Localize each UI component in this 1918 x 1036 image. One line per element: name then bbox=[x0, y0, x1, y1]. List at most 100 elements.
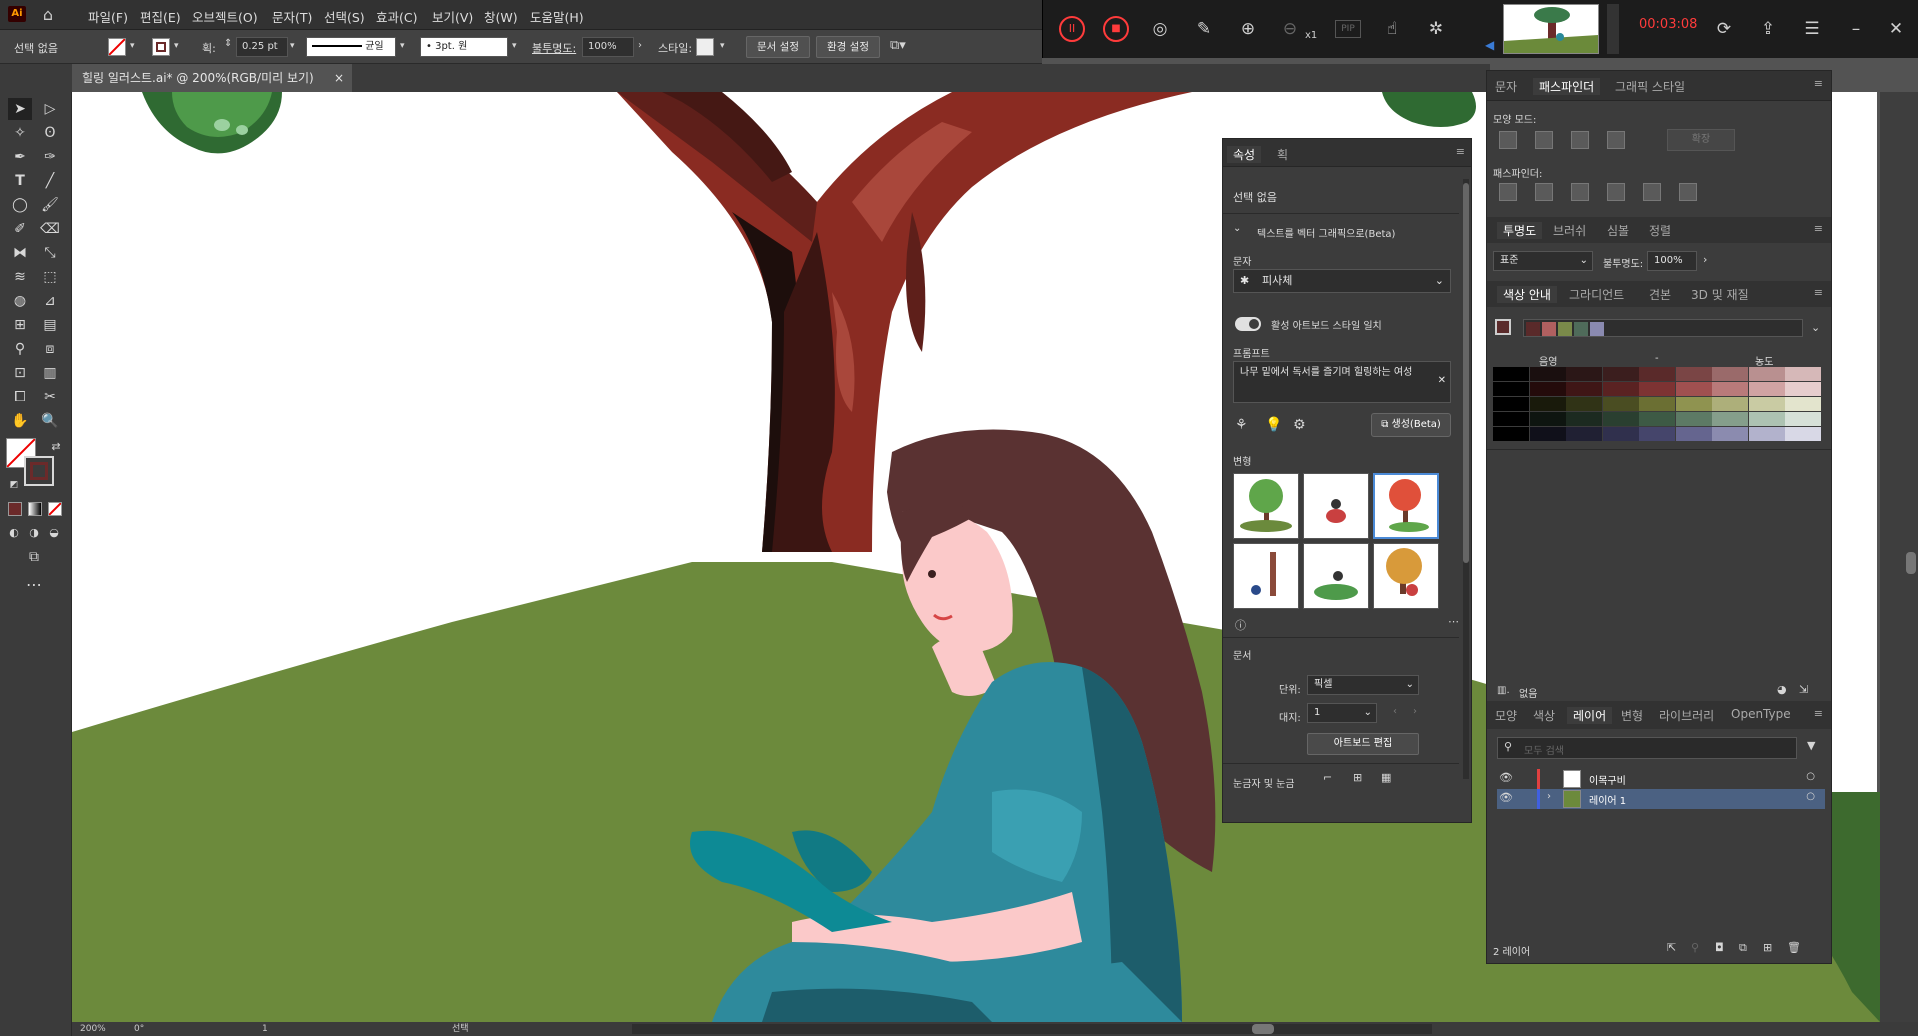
color-variation-swatch[interactable] bbox=[1529, 397, 1566, 411]
variation-thumbnail-4[interactable] bbox=[1233, 543, 1299, 609]
fill-swatch[interactable] bbox=[108, 38, 126, 56]
scale-tool-icon[interactable]: ⤡ bbox=[38, 242, 62, 264]
trim-icon[interactable] bbox=[1535, 183, 1553, 201]
tab-gradient[interactable]: 그라디언트 bbox=[1569, 286, 1624, 303]
shaper-tool-icon[interactable]: ✐ bbox=[8, 218, 32, 240]
intersect-icon[interactable] bbox=[1571, 131, 1589, 149]
chevron-down-icon[interactable]: ▾ bbox=[400, 41, 405, 51]
color-variation-swatch[interactable] bbox=[1712, 397, 1748, 411]
color-variation-swatch[interactable] bbox=[1639, 412, 1675, 426]
color-variation-swatch[interactable] bbox=[1602, 412, 1639, 426]
tab-properties[interactable]: 속성 bbox=[1227, 146, 1262, 163]
color-variation-swatch[interactable] bbox=[1529, 367, 1566, 381]
magic-wand-icon[interactable]: ✧ bbox=[8, 122, 32, 144]
tab-opentype[interactable]: OpenType bbox=[1731, 707, 1791, 721]
generate-button[interactable]: ⧉ 생성(Beta) bbox=[1371, 413, 1451, 437]
variation-thumbnail-3[interactable] bbox=[1373, 473, 1439, 539]
grid-icon[interactable]: ⊞ bbox=[1353, 771, 1362, 784]
layer-search-input[interactable]: ⚲ 모두 검색 bbox=[1497, 737, 1797, 759]
merge-icon[interactable] bbox=[1571, 183, 1589, 201]
document-tab[interactable]: 힐링 일러스트.ai* @ 200%(RGB/미리 보기) × bbox=[72, 64, 352, 92]
next-artboard-icon[interactable]: › bbox=[1413, 706, 1417, 717]
clear-icon[interactable]: ✕ bbox=[1438, 374, 1446, 387]
color-variation-swatch[interactable] bbox=[1785, 382, 1821, 396]
warp-tool-icon[interactable]: ≋ bbox=[8, 266, 32, 288]
color-variation-swatch[interactable] bbox=[1493, 427, 1529, 441]
save-swatches-icon[interactable]: ⇲ bbox=[1799, 683, 1808, 696]
prompt-textarea[interactable]: 나무 밑에서 독서를 즐기며 힐링하는 여성 ✕ bbox=[1233, 361, 1451, 403]
variation-thumbnail-6[interactable] bbox=[1373, 543, 1439, 609]
chevron-down-icon[interactable]: ▾ bbox=[720, 41, 725, 51]
ellipse-tool-icon[interactable]: ◯ bbox=[8, 194, 32, 216]
color-variation-swatch[interactable] bbox=[1712, 412, 1748, 426]
more-tools-icon[interactable]: ⋯ bbox=[22, 574, 46, 596]
color-variation-swatch[interactable] bbox=[1602, 397, 1639, 411]
color-variation-swatch[interactable] bbox=[1748, 427, 1785, 441]
pen-tool-icon[interactable]: ✒ bbox=[8, 146, 32, 168]
symbol-sprayer-icon[interactable]: ⊡ bbox=[8, 362, 32, 384]
stroke-swatch[interactable] bbox=[152, 38, 170, 56]
chevron-right-icon[interactable]: › bbox=[638, 40, 642, 51]
menu-help[interactable]: 도움말(H) bbox=[530, 7, 584, 26]
stepper-icon[interactable]: ⇕ bbox=[224, 38, 232, 49]
color-variation-swatch[interactable] bbox=[1639, 427, 1675, 441]
color-variation-swatch[interactable] bbox=[1712, 382, 1748, 396]
tab-pathfinder[interactable]: 패스파인더 bbox=[1533, 78, 1601, 95]
stop-icon[interactable]: ■ bbox=[1103, 16, 1129, 42]
tab-symbols[interactable]: 심볼 bbox=[1607, 222, 1629, 239]
scrollbar-thumb[interactable] bbox=[1252, 1024, 1274, 1034]
chevron-down-icon[interactable]: ▾ bbox=[174, 41, 179, 51]
color-variation-swatch[interactable] bbox=[1785, 367, 1821, 381]
harmony-swatch[interactable] bbox=[1558, 322, 1572, 336]
opacity-input[interactable]: 100% bbox=[582, 37, 634, 57]
color-variation-swatch[interactable] bbox=[1675, 367, 1712, 381]
harmony-swatch[interactable] bbox=[1574, 322, 1588, 336]
stroke-color-icon[interactable] bbox=[24, 456, 54, 486]
color-variation-swatch[interactable] bbox=[1675, 412, 1712, 426]
color-variation-swatch[interactable] bbox=[1675, 427, 1712, 441]
harmony-swatch[interactable] bbox=[1542, 322, 1556, 336]
color-variation-swatch[interactable] bbox=[1785, 427, 1821, 441]
slice-tool-icon[interactable]: ✂ bbox=[38, 386, 62, 408]
direct-selection-tool-icon[interactable]: ▷ bbox=[38, 98, 62, 120]
paintbrush-icon[interactable]: 🖌 bbox=[38, 194, 62, 216]
layer-row[interactable]: 👁 이목구비 ○ bbox=[1497, 769, 1825, 789]
color-variation-swatch[interactable] bbox=[1493, 367, 1529, 381]
stroke-weight-input[interactable]: 0.25 pt bbox=[236, 37, 288, 57]
menu-view[interactable]: 보기(V) bbox=[432, 7, 473, 26]
new-sublayer-icon[interactable]: ⧉ bbox=[1739, 941, 1747, 955]
color-wheel-icon[interactable]: ◕ bbox=[1777, 683, 1787, 696]
panel-menu-icon[interactable]: ≡ bbox=[1814, 286, 1823, 299]
harmony-rules-select[interactable] bbox=[1523, 319, 1803, 337]
clipping-mask-icon[interactable]: ◘ bbox=[1715, 941, 1724, 954]
swap-colors-icon[interactable]: ⇄ bbox=[44, 436, 68, 458]
chevron-down-icon[interactable]: ▾ bbox=[130, 41, 135, 51]
chevron-down-icon[interactable]: ▾ bbox=[290, 41, 295, 51]
color-mode-icon[interactable] bbox=[8, 502, 22, 516]
cursor-effect-icon[interactable]: ☝ bbox=[1379, 16, 1405, 42]
color-variation-swatch[interactable] bbox=[1675, 397, 1712, 411]
chevron-right-icon[interactable]: › bbox=[1703, 253, 1707, 266]
harmony-swatch[interactable] bbox=[1526, 322, 1540, 336]
color-variation-grid[interactable] bbox=[1493, 367, 1823, 442]
shape-builder-icon[interactable]: ◍ bbox=[8, 290, 32, 312]
chevron-down-icon[interactable]: ▾ bbox=[512, 41, 517, 51]
crop-icon[interactable] bbox=[1607, 183, 1625, 201]
gear-icon[interactable]: ⚙ bbox=[1293, 417, 1306, 433]
screenshot-icon[interactable]: ◎ bbox=[1147, 16, 1173, 42]
menu-object[interactable]: 오브젝트(O) bbox=[192, 7, 258, 26]
panel-menu-icon[interactable]: ≡ bbox=[1814, 77, 1823, 90]
expand-chevron-icon[interactable]: › bbox=[1547, 791, 1551, 802]
pencil-icon[interactable]: ✎ bbox=[1191, 16, 1217, 42]
exclude-icon[interactable] bbox=[1607, 131, 1625, 149]
type-tool-icon[interactable]: T bbox=[8, 170, 32, 192]
variation-thumbnail-5[interactable] bbox=[1303, 543, 1369, 609]
document-setup-button[interactable]: 문서 설정 bbox=[746, 36, 810, 58]
perspective-grid-icon[interactable]: ⊿ bbox=[38, 290, 62, 312]
variation-thumbnail-1[interactable] bbox=[1233, 473, 1299, 539]
zoom-level-field[interactable]: 200% bbox=[80, 1022, 106, 1036]
base-color-swatch[interactable] bbox=[1495, 319, 1511, 335]
color-variation-swatch[interactable] bbox=[1639, 397, 1675, 411]
more-options-icon[interactable]: ⋯ bbox=[1448, 615, 1459, 628]
color-variation-swatch[interactable] bbox=[1493, 382, 1529, 396]
